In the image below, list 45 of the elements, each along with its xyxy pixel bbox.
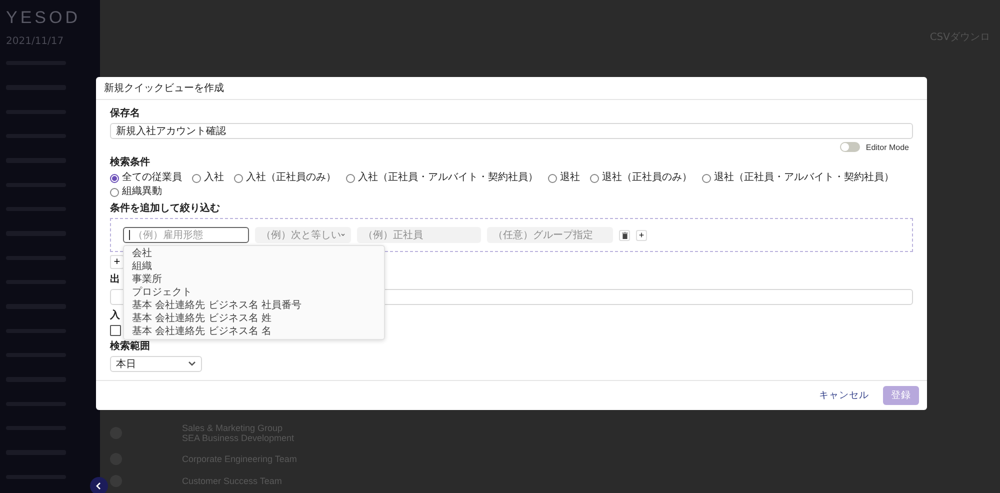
delete-button[interactable] (619, 230, 630, 240)
radio-button[interactable] (192, 174, 201, 182)
add-condition-button[interactable]: + (110, 255, 124, 269)
radio-label[interactable]: 入社 (204, 172, 224, 184)
cancel-link[interactable]: キャンセル (819, 389, 869, 402)
radio-label[interactable]: 入社（正社員・アルバイト・契約社員） (358, 172, 538, 184)
checkbox[interactable] (110, 325, 121, 336)
menu-option[interactable]: 基本 会社連絡先 ビジネス名 社員番号 (124, 299, 384, 312)
field-label: 検索条件 (110, 157, 150, 169)
radio-button[interactable] (702, 174, 711, 182)
chevron-down-icon (341, 232, 345, 238)
radio-label[interactable]: 全ての従業員 (122, 172, 182, 184)
menu-option[interactable]: 事業所 (124, 273, 384, 286)
chevron-down-icon (188, 361, 196, 367)
radio-button[interactable] (234, 174, 243, 182)
radio-button[interactable] (346, 174, 355, 182)
chevron-left-icon (95, 482, 103, 490)
logo: YESOD (6, 8, 82, 28)
radio-button[interactable] (110, 174, 119, 182)
add-button[interactable]: + (636, 230, 647, 240)
radio-label[interactable]: 退社 (560, 172, 580, 184)
date-label: 2021/11/17 (6, 36, 65, 47)
field-label: 保存名 (110, 108, 140, 120)
menu-option[interactable]: 組織 (124, 260, 384, 273)
radio-label[interactable]: 組織異動 (122, 186, 162, 198)
dialog-title: 新規クイックビューを作成 (96, 77, 927, 100)
field-label: 入 (110, 310, 120, 322)
radio-button[interactable] (590, 174, 599, 182)
field-label: 検索範囲 (110, 341, 150, 353)
editor-mode-toggle[interactable] (840, 142, 860, 152)
toggle-label: Editor Mode (866, 142, 909, 152)
radio-button[interactable] (548, 174, 557, 182)
menu-option[interactable]: 基本 会社連絡先 ビジネス名 姓 (124, 312, 384, 325)
collapse-button[interactable] (90, 477, 108, 493)
save-name-field[interactable]: 新規入社アカウント確認 (110, 123, 913, 139)
field-label: 条件を追加して絞り込む (110, 203, 220, 215)
radio-label[interactable]: 退社（正社員のみ） (602, 172, 692, 184)
menu-option[interactable]: 会社 (124, 247, 384, 260)
radio-label[interactable]: 入社（正社員のみ） (246, 172, 336, 184)
radio-button[interactable] (110, 188, 119, 196)
radio-label[interactable]: 退社（正社員・アルバイト・契約社員） (714, 172, 894, 184)
menu-option[interactable]: プロジェクト (124, 286, 384, 299)
menu-option[interactable]: 基本 会社連絡先 ビジネス名 名 (124, 325, 384, 338)
field-label: 出 (110, 274, 120, 286)
range-select[interactable]: 本日 (110, 356, 202, 372)
